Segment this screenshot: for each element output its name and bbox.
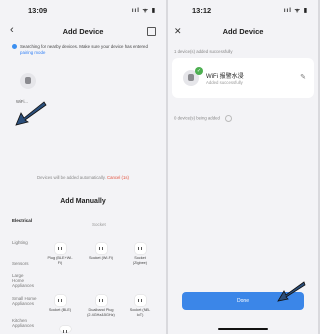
status-icons: ııl ᯤ ▮: [131, 8, 156, 14]
added-section-label: 1 device(s) added successfully: [174, 49, 233, 54]
plug-icon: [54, 295, 66, 306]
success-check-icon: ✓: [195, 67, 203, 75]
device-tile-label: Dualband Plug (2.4GHz&5GHz): [87, 308, 115, 317]
search-tip: Searching for nearby devices. Make sure …: [12, 44, 156, 55]
device-tile-label: Socket (NB-IoT): [129, 308, 151, 317]
device-tile-label: Socket (Wi-Fi): [88, 256, 114, 260]
category-sensors[interactable]: Sensors: [12, 261, 29, 266]
category-electrical[interactable]: Electrical: [12, 218, 32, 223]
scan-icon[interactable]: [147, 27, 156, 36]
nav-bar: ✕ Add Device: [168, 24, 318, 40]
plug-icon: [54, 243, 66, 254]
adding-section-text: 0 device(s) being added: [174, 115, 220, 121]
device-tile[interactable]: Socket (Wi-Fi): [88, 243, 114, 261]
category-small-home-appliances[interactable]: Small Home Appliances: [12, 296, 38, 306]
device-tile[interactable]: [52, 326, 78, 333]
page-title: Add Device: [62, 27, 104, 36]
device-tile-label: Socket (Zigbee): [132, 256, 148, 265]
device-tile[interactable]: Socket (NB-IoT): [127, 295, 153, 317]
category-large-home-appliances[interactable]: Large Home Appliances: [12, 273, 34, 288]
arrow-pointer-icon: [15, 101, 47, 126]
device-tile[interactable]: Plug (BLE+Wi-Fi): [47, 243, 73, 265]
plug-icon: [95, 243, 107, 254]
device-status: Added successfully: [206, 80, 243, 85]
device-tile-label: Plug (BLE+Wi-Fi): [47, 256, 73, 265]
found-device-icon[interactable]: [20, 73, 36, 89]
edit-icon[interactable]: ✎: [300, 73, 306, 81]
plug-icon: [59, 326, 71, 333]
device-tile[interactable]: Dualband Plug (2.4GHz&5GHz): [85, 295, 117, 317]
auto-add-note: Devices will be added automatically. Can…: [0, 175, 166, 180]
added-device-card[interactable]: ✓ WiFi 报警水浸 Added successfully ✎: [172, 58, 314, 98]
device-tile[interactable]: Socket (Zigbee): [127, 243, 153, 265]
auto-add-text: Devices will be added automatically.: [37, 175, 106, 180]
device-tile[interactable]: Socket (BLE): [47, 295, 73, 313]
add-manually-title: Add Manually: [60, 198, 106, 205]
page-title: Add Device: [222, 27, 264, 36]
loading-icon: [225, 115, 233, 122]
screen-searching: 13:09 ııl ᯤ ▮ ‹ Add Device Searching for…: [0, 0, 166, 334]
search-spinner-icon: [12, 44, 17, 49]
plug-icon: [134, 243, 146, 254]
status-bar: 13:12 ııl ᯤ ▮: [168, 6, 318, 18]
screen-added: 13:12 ııl ᯤ ▮ ✕ Add Device 1 device(s) a…: [168, 0, 318, 334]
status-icons: ııl ᯤ ▮: [283, 8, 308, 14]
plug-icon: [95, 295, 107, 306]
cancel-button[interactable]: Cancel (1s): [107, 175, 129, 180]
plug-icon: [134, 295, 146, 306]
adding-section-label: 0 device(s) being added: [174, 115, 233, 122]
status-time: 13:09: [28, 6, 48, 15]
category-lighting[interactable]: Lighting: [12, 240, 28, 245]
home-indicator: [218, 328, 268, 330]
pairing-mode-link[interactable]: pairing mode: [20, 50, 45, 55]
section-socket-label: Socket: [92, 222, 106, 227]
tip-text: Searching for nearby devices. Make sure …: [20, 44, 148, 49]
status-bar: 13:09 ııl ᯤ ▮: [0, 6, 166, 18]
nav-bar: ‹ Add Device: [0, 24, 166, 40]
device-name: WiFi 报警水浸: [206, 74, 244, 80]
category-kitchen-appliances[interactable]: Kitchen Appliances: [12, 318, 38, 328]
arrow-pointer-icon: [277, 281, 306, 302]
device-tile-label: Socket (BLE): [48, 308, 72, 312]
status-time: 13:12: [192, 6, 212, 15]
